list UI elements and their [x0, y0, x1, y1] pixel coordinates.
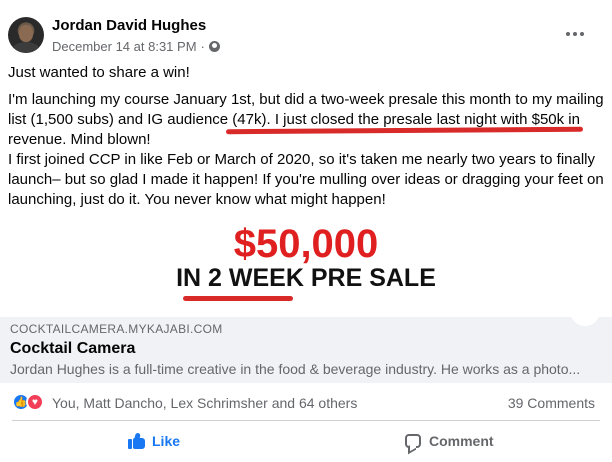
post-paragraph-1: Just wanted to share a win! — [8, 64, 190, 81]
thumbs-up-icon — [128, 432, 146, 449]
tagline-accent: 2 WEEK — [208, 264, 304, 292]
revenue-amount: $50,000 — [233, 222, 379, 266]
tagline-prefix: IN — [176, 264, 209, 292]
post-meta: December 14 at 8:31 PM · — [52, 39, 220, 54]
more-dot — [566, 32, 570, 36]
globe-icon[interactable] — [208, 41, 220, 52]
presale-tagline: IN 2 WEEK PRE SALE — [0, 264, 612, 293]
more-options-icon[interactable] — [562, 24, 588, 44]
tagline-suffix: PRE SALE — [303, 264, 436, 292]
reaction-summary[interactable]: You, Matt Dancho, Lex Schrimsher and 64 … — [52, 395, 357, 411]
comment-bubble-icon — [405, 434, 421, 448]
reaction-icons[interactable]: 👍 ♥ — [12, 393, 44, 411]
paragraph-2-outro: Mind blown! — [66, 131, 151, 148]
post-timestamp[interactable]: December 14 at 8:31 PM — [52, 39, 197, 54]
post-card: Jordan David Hughes December 14 at 8:31 … — [0, 0, 612, 462]
more-dot — [580, 32, 584, 36]
like-button[interactable]: Like — [128, 428, 180, 454]
link-domain[interactable]: COCKTAILCAMERA.MYKAJABI.COM — [10, 322, 223, 336]
post-paragraph-3: I first joined CCP in like Feb or March … — [8, 151, 604, 208]
more-dot — [573, 32, 577, 36]
like-label: Like — [152, 433, 181, 449]
post-paragraph-2: I'm launching my course January 1st, but… — [8, 90, 606, 150]
meta-separator: · — [200, 39, 205, 54]
tagline-underline — [183, 296, 293, 301]
love-reaction-icon: ♥ — [26, 393, 44, 411]
author-name[interactable]: Jordan David Hughes — [52, 17, 206, 34]
link-title[interactable]: Cocktail Camera — [10, 340, 135, 358]
author-avatar[interactable] — [8, 17, 44, 53]
action-divider — [12, 420, 600, 421]
comment-count[interactable]: 39 Comments — [480, 395, 595, 411]
comment-button[interactable]: Comment — [405, 428, 494, 454]
link-description[interactable]: Jordan Hughes is a full-time creative in… — [10, 361, 580, 377]
comment-label: Comment — [429, 433, 494, 449]
avatar-face — [19, 25, 33, 42]
avatar-shoulders — [12, 42, 40, 53]
